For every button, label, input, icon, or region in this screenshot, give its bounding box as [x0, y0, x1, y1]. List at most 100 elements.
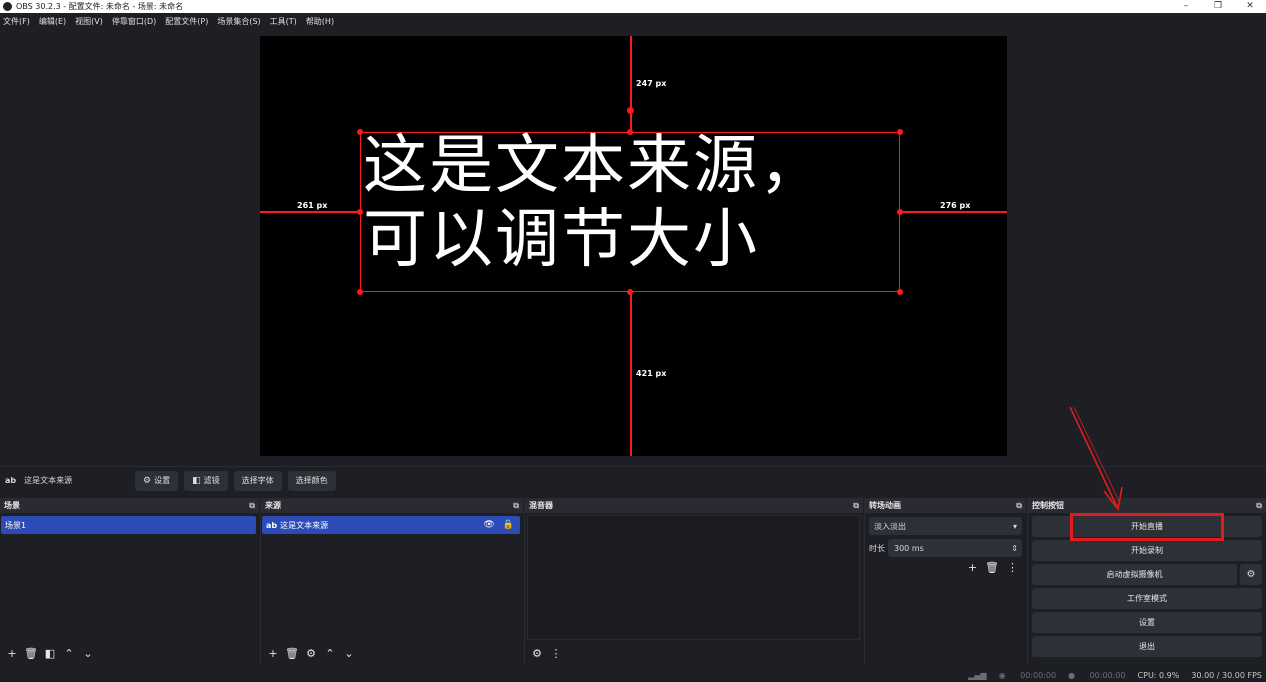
cpu-usage: CPU: 0.9%	[1137, 670, 1180, 680]
spinner-icon[interactable]: ⇕	[1011, 544, 1018, 553]
sources-dock: 来源 ⧉ ab 这是文本来源 👁 🔒 + 🗑 ⚙ ⌃ ⌄	[260, 498, 523, 664]
source-list: ab 这是文本来源 👁 🔒	[261, 513, 523, 642]
source-properties-gear-icon[interactable]: ⚙	[303, 645, 319, 661]
scenes-toolbar: + 🗑 ◧ ⌃ ⌄	[0, 642, 259, 664]
start-recording-button[interactable]: 开始录制	[1032, 540, 1262, 561]
rotation-handle[interactable]	[627, 107, 634, 114]
gear-icon: ⚙	[143, 475, 152, 486]
distance-top-label: 247 px	[636, 79, 667, 88]
menu-docks[interactable]: 停靠窗口(D)	[112, 16, 156, 27]
transition-select[interactable]: 淡入淡出 ▾	[869, 517, 1022, 535]
visibility-eye-icon[interactable]: 👁	[483, 520, 494, 530]
remove-scene-trash-icon[interactable]: 🗑	[23, 645, 39, 661]
scenes-dock: 场景 ⧉ 场景1 + 🗑 ◧ ⌃ ⌄	[0, 498, 259, 664]
settings-button[interactable]: 设置	[1032, 612, 1262, 633]
virtual-camera-gear-icon[interactable]: ⚙	[1240, 564, 1262, 585]
chevron-down-icon: ▾	[1012, 521, 1017, 531]
more-options-icon[interactable]: ⋮	[1007, 561, 1018, 574]
remove-source-trash-icon[interactable]: 🗑	[284, 645, 300, 661]
distance-bottom-label: 421 px	[636, 369, 667, 378]
mixer-dock-title: 混音器	[529, 501, 553, 510]
undock-icon[interactable]: ⧉	[513, 501, 519, 511]
scene-list: 场景1	[0, 513, 259, 642]
source-filters-button[interactable]: ◧ 滤镜	[184, 470, 228, 491]
mixer-dock: 混音器 ⧉ ⚙ ⋮	[524, 498, 863, 664]
stream-status: ◉ 00:00:00	[998, 670, 1057, 680]
guide-bottom	[630, 292, 632, 456]
window-title: OBS 30.2.3 - 配置文件: 未命名 - 场景: 未命名	[16, 2, 184, 11]
resize-handle-bl[interactable]	[357, 289, 363, 295]
move-up-icon[interactable]: ⌃	[61, 645, 77, 661]
transitions-dock-title: 转场动画	[869, 501, 901, 510]
exit-button[interactable]: 退出	[1032, 636, 1262, 657]
maximize-button[interactable]: ❐	[1202, 0, 1234, 13]
scenes-dock-title: 场景	[4, 501, 20, 510]
text-source-icon: ab	[5, 476, 17, 485]
resize-handle-tl[interactable]	[357, 129, 363, 135]
menu-scene-collection[interactable]: 场景集合(S)	[217, 16, 260, 27]
resize-handle-l[interactable]	[357, 209, 363, 215]
transitions-dock: 转场动画 ⧉ 淡入淡出 ▾ 时长 300 ms ⇕ + 🗑 ⋮	[864, 498, 1026, 664]
menu-file[interactable]: 文件(F)	[3, 16, 30, 27]
select-font-button[interactable]: 选择字体	[233, 470, 282, 491]
move-down-icon[interactable]: ⌄	[341, 645, 357, 661]
menu-view[interactable]: 视图(V)	[75, 16, 103, 27]
menu-edit[interactable]: 编辑(E)	[39, 16, 66, 27]
resize-handle-t[interactable]	[627, 129, 633, 135]
sources-toolbar: + 🗑 ⚙ ⌃ ⌄	[261, 642, 523, 664]
network-signal-icon: ▂▄▆	[968, 670, 987, 680]
duration-row: 时长 300 ms ⇕	[869, 539, 1022, 557]
fps-readout: 30.00 / 30.00 FPS	[1191, 670, 1262, 680]
add-source-icon[interactable]: +	[265, 645, 281, 661]
close-button[interactable]: ✕	[1234, 0, 1266, 13]
annotation-highlight-box	[1070, 513, 1224, 541]
add-scene-icon[interactable]: +	[4, 645, 20, 661]
scene-item[interactable]: 场景1	[1, 516, 256, 534]
undock-icon[interactable]: ⧉	[1016, 501, 1022, 511]
annotation-arrow-icon	[1069, 406, 1123, 511]
undock-icon[interactable]: ⧉	[1256, 501, 1262, 511]
undock-icon[interactable]: ⧉	[249, 501, 255, 511]
distance-right-label: 276 px	[940, 201, 971, 210]
move-up-icon[interactable]: ⌃	[322, 645, 338, 661]
move-down-icon[interactable]: ⌄	[80, 645, 96, 661]
remove-transition-trash-icon[interactable]: 🗑	[985, 561, 999, 574]
advanced-audio-gear-icon[interactable]: ⚙	[529, 645, 545, 661]
selected-source-label: ab 这是文本来源	[5, 476, 73, 485]
scene-filters-icon[interactable]: ◧	[42, 645, 58, 661]
more-options-icon[interactable]: ⋮	[548, 645, 564, 661]
guide-right	[900, 211, 1007, 213]
text-source-content[interactable]: 这是文本来源， 可以调节大小	[363, 129, 825, 277]
preview-area: 这是文本来源， 可以调节大小 247 px 261 px 276 px 421 …	[0, 30, 1266, 464]
menu-profile[interactable]: 配置文件(P)	[165, 16, 208, 27]
duration-input[interactable]: 300 ms ⇕	[888, 539, 1022, 557]
select-color-button[interactable]: 选择颜色	[287, 470, 336, 491]
distance-left-label: 261 px	[297, 201, 328, 210]
source-item[interactable]: ab 这是文本来源 👁 🔒	[262, 516, 520, 534]
menu-bar: 文件(F) 编辑(E) 视图(V) 停靠窗口(D) 配置文件(P) 场景集合(S…	[0, 13, 1266, 30]
mixer-area	[527, 515, 860, 640]
preview-canvas[interactable]: 这是文本来源， 可以调节大小 247 px 261 px 276 px 421 …	[260, 36, 1007, 456]
studio-mode-button[interactable]: 工作室模式	[1032, 588, 1262, 609]
menu-help[interactable]: 帮助(H)	[306, 16, 334, 27]
minimize-button[interactable]: –	[1170, 0, 1202, 13]
lock-icon[interactable]: 🔒	[503, 520, 514, 530]
text-source-icon: ab	[266, 520, 278, 530]
resize-handle-tr[interactable]	[897, 129, 903, 135]
menu-tools[interactable]: 工具(T)	[270, 16, 297, 27]
title-bar: OBS 30.2.3 - 配置文件: 未命名 - 场景: 未命名 – ❐ ✕	[0, 0, 1266, 13]
resize-handle-r[interactable]	[897, 209, 903, 215]
sources-dock-title: 来源	[265, 501, 281, 510]
start-virtual-camera-button[interactable]: 启动虚拟摄像机	[1032, 564, 1237, 585]
filter-icon: ◧	[192, 475, 201, 486]
mixer-toolbar: ⚙ ⋮	[525, 642, 863, 664]
status-bar: ▂▄▆ ◉ 00:00:00 ● 00:00:00 CPU: 0.9% 30.0…	[0, 668, 1266, 682]
add-transition-icon[interactable]: +	[968, 561, 977, 574]
record-status: ● 00:00:00	[1068, 670, 1126, 680]
guide-top	[630, 36, 632, 132]
resize-handle-b[interactable]	[627, 289, 633, 295]
duration-label: 时长	[869, 543, 885, 553]
source-settings-button[interactable]: ⚙ 设置	[135, 470, 179, 491]
undock-icon[interactable]: ⧉	[853, 501, 859, 511]
resize-handle-br[interactable]	[897, 289, 903, 295]
